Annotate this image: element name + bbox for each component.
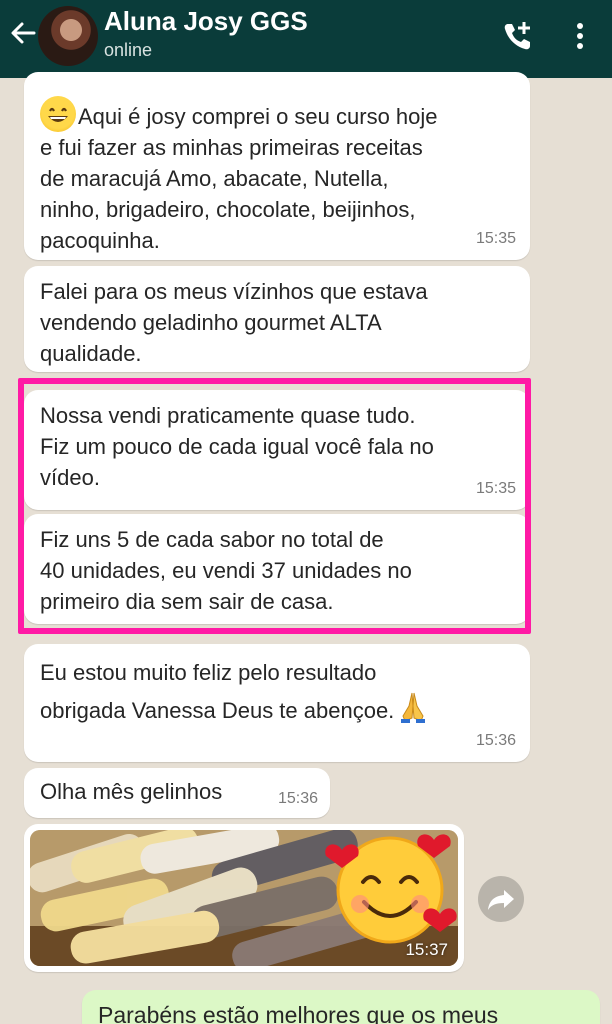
message-text: pacoquinha. — [40, 228, 160, 253]
grinning-emoji-icon — [40, 96, 76, 132]
message-text: obrigada Vanessa Deus te abençoe. — [40, 698, 395, 723]
avatar[interactable] — [38, 6, 98, 66]
message-bubble[interactable]: Falei para os meus vízinhos que estava v… — [24, 266, 530, 372]
call-add-icon[interactable] — [500, 18, 536, 54]
back-arrow-icon[interactable] — [8, 18, 38, 48]
message-bubble-outgoing[interactable]: Parabéns estão melhores que os meus — [82, 990, 600, 1024]
message-text: Falei para os meus vízinhos que estava — [40, 279, 428, 304]
message-text: Olha mês gelinhos — [40, 779, 223, 804]
message-text: Aqui é josy comprei o seu curso hoje — [78, 104, 438, 129]
contact-status: online — [104, 40, 153, 60]
message-text: e fui fazer as minhas primeiras receitas — [40, 135, 423, 160]
contact-name[interactable]: Aluna Josy GGS — [104, 6, 308, 37]
message-time: 15:36 — [277, 790, 318, 807]
message-text: ninho, brigadeiro, chocolate, beijinhos, — [40, 197, 416, 222]
geladinho-photo-icon — [30, 830, 458, 966]
message-bubble[interactable]: Eu estou muito feliz pelo resultado obri… — [24, 644, 530, 762]
message-text: qualidade. — [40, 341, 142, 366]
photo-image[interactable]: 15:37 — [30, 830, 458, 966]
menu-icon[interactable] — [570, 18, 590, 54]
share-icon — [488, 890, 514, 910]
message-bubble[interactable]: Aqui é josy comprei o seu curso hoje e f… — [24, 72, 530, 260]
message-text: Eu estou muito feliz pelo resultado — [40, 660, 377, 685]
message-text: vendendo geladinho gourmet ALTA — [40, 310, 382, 335]
message-time: 15:36 — [475, 732, 516, 749]
photo-message[interactable]: 15:37 — [24, 824, 464, 972]
message-text: Parabéns estão melhores que os meus — [98, 1002, 499, 1024]
message-bubble[interactable]: Olha mês gelinhos 15:36 — [24, 768, 330, 818]
message-time: 15:35 — [475, 230, 516, 247]
forward-button[interactable] — [478, 876, 524, 922]
praying-hands-icon — [401, 692, 426, 723]
message-time: 15:37 — [405, 940, 448, 959]
chat-area: Aqui é josy comprei o seu curso hoje e f… — [0, 72, 612, 1024]
highlight-box — [18, 378, 531, 634]
message-text: de maracujá Amo, abacate, Nutella, — [40, 166, 389, 191]
chat-header: Aluna Josy GGS online — [0, 0, 612, 78]
